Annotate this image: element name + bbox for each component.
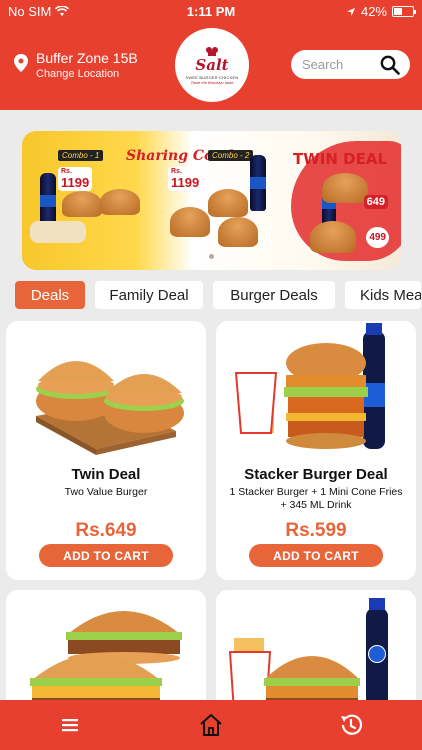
- status-bar: No SIM 1:11 PM 42%: [0, 0, 422, 22]
- location-arrow-icon: [346, 7, 355, 16]
- banner-burger-4: [208, 189, 248, 217]
- banner-wrap: [30, 221, 86, 243]
- search-icon[interactable]: [380, 55, 400, 75]
- location-selector[interactable]: Buffer Zone 15B Change Location: [14, 50, 138, 81]
- app-header: No SIM 1:11 PM 42% Buffer Zone 15B Chang…: [0, 0, 422, 110]
- product-name: Twin Deal: [71, 466, 141, 483]
- tab-deals[interactable]: Deals: [15, 281, 85, 309]
- product-card-stacker-burger-deal[interactable]: Stacker Burger Deal 1 Stacker Burger + 1…: [216, 321, 416, 580]
- product-name: Stacker Burger Deal: [244, 466, 388, 483]
- status-right: 42%: [346, 4, 416, 19]
- product-card-3[interactable]: [6, 590, 206, 710]
- tab-family-deal[interactable]: Family Deal: [95, 281, 203, 309]
- tab-burger-deals[interactable]: Burger Deals: [213, 281, 335, 309]
- search-input[interactable]: [302, 57, 380, 72]
- carousel-dot[interactable]: [208, 254, 214, 259]
- menu-icon[interactable]: [60, 715, 80, 735]
- product-image-burger-meal: [228, 598, 388, 710]
- change-location-link[interactable]: Change Location: [36, 67, 138, 81]
- location-text: Buffer Zone 15B Change Location: [36, 50, 138, 81]
- category-tabs: Deals Family Deal Burger Deals Kids Meal: [15, 281, 421, 309]
- bottom-navigation: [0, 700, 422, 750]
- banner-burger-3: [170, 207, 210, 237]
- banner-twin-deal: TWIN DEAL: [293, 150, 387, 168]
- history-icon[interactable]: [338, 712, 364, 738]
- add-to-cart-button[interactable]: ADD TO CART: [249, 544, 383, 567]
- home-icon[interactable]: [198, 712, 224, 738]
- banner-price-1: Rs. 1199: [58, 167, 93, 191]
- banner-burger-7: [310, 221, 356, 253]
- carousel-indicator: [0, 254, 422, 259]
- banner-bottle-2: [250, 155, 266, 211]
- product-description: 1 Stacker Burger + 1 Mini Cone Fries + 3…: [229, 486, 403, 511]
- promo-banner[interactable]: Combo - 1 Sharing Combo Combo - 2 TWIN D…: [22, 131, 401, 270]
- location-pin-icon: [14, 54, 28, 72]
- product-image-stacker-burger: [234, 323, 385, 449]
- search-bar[interactable]: [291, 50, 410, 79]
- logo-subtitle: Taste the Brooklyn taste: [190, 79, 234, 85]
- product-card-4[interactable]: [216, 590, 416, 710]
- product-card-twin-deal[interactable]: Twin Deal Two Value Burger Rs.649 ADD TO…: [6, 321, 206, 580]
- banner-burger-2: [100, 189, 140, 215]
- chef-icon: [206, 46, 218, 56]
- brand-logo[interactable]: Salt SWEE BURGER CHICKEN Taste the Brook…: [175, 28, 249, 102]
- location-name: Buffer Zone 15B: [36, 50, 138, 66]
- battery-icon: [392, 6, 416, 17]
- product-price: Rs.599: [285, 520, 347, 541]
- add-to-cart-button[interactable]: ADD TO CART: [39, 544, 173, 567]
- logo-brand-text: Salt: [195, 55, 229, 74]
- banner-twin-price: 649: [363, 195, 388, 209]
- product-image-twin-deal: [36, 361, 184, 455]
- banner-combo-2-label: Combo - 2: [208, 150, 254, 161]
- banner-burger-6: [322, 173, 368, 203]
- banner-combo-1-label: Combo - 1: [58, 150, 104, 161]
- banner-price-2: Rs. 1199: [168, 167, 203, 191]
- banner-burger-5: [218, 217, 258, 247]
- banner-burger-1: [62, 191, 102, 217]
- battery-percent: 42%: [360, 4, 387, 19]
- product-image-burger-stack: [30, 611, 182, 710]
- tab-kids-meal[interactable]: Kids Meal: [345, 281, 421, 309]
- product-price: Rs.649: [75, 520, 137, 541]
- banner-twin-price-2: 499: [366, 227, 389, 248]
- product-description: Two Value Burger: [64, 486, 148, 498]
